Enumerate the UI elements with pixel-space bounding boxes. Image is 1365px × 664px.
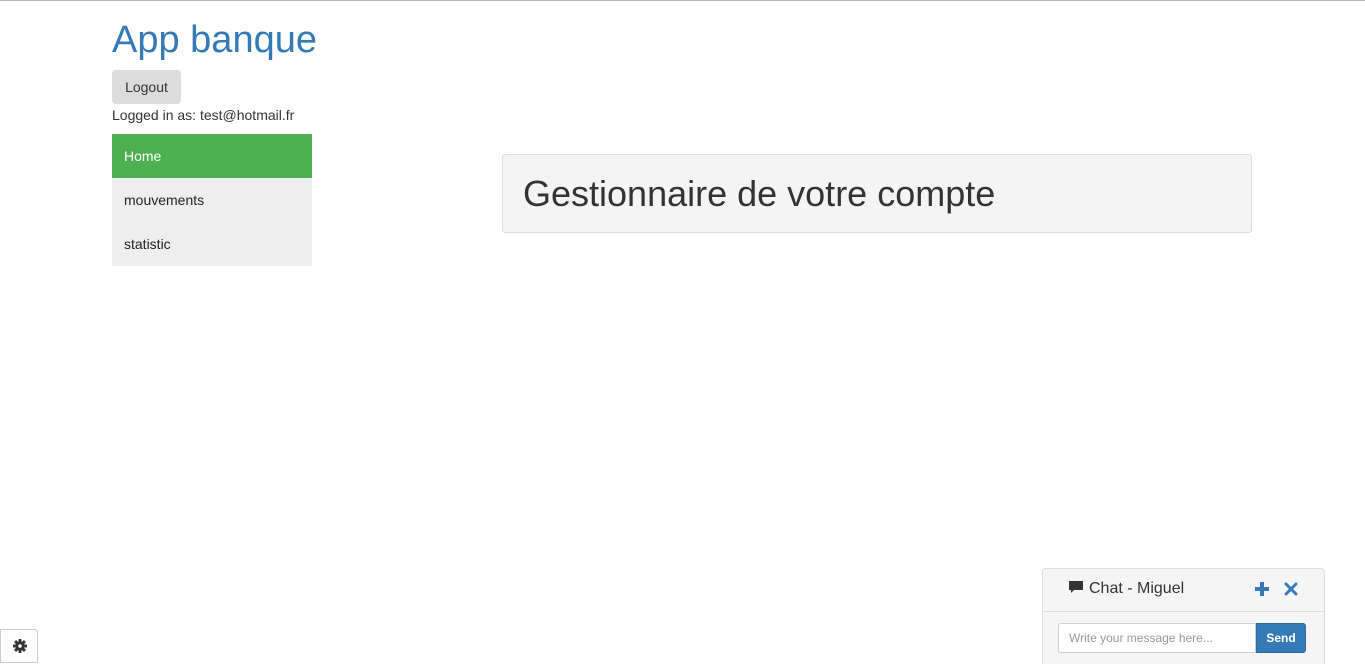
chat-message-input[interactable] (1058, 623, 1256, 653)
chat-send-button[interactable]: Send (1256, 623, 1306, 653)
chat-panel: Chat - Miguel Send (1042, 568, 1325, 664)
comment-icon (1069, 581, 1083, 593)
nav-item-mouvements[interactable]: mouvements (112, 178, 312, 222)
chat-header[interactable]: Chat - Miguel (1043, 569, 1324, 612)
plus-icon[interactable] (1254, 581, 1270, 597)
top-border (0, 0, 1365, 1)
app-title[interactable]: App banque (112, 16, 317, 64)
gear-icon (13, 639, 27, 653)
logged-in-text: Logged in as: test@hotmail.fr (112, 107, 295, 123)
close-icon[interactable] (1284, 582, 1298, 596)
logout-button[interactable]: Logout (112, 70, 181, 104)
settings-button[interactable] (0, 629, 38, 663)
sidebar-nav: Home mouvements statistic (112, 134, 312, 266)
jumbotron-panel: Gestionnaire de votre compte (502, 154, 1252, 233)
page-heading: Gestionnaire de votre compte (523, 173, 996, 214)
nav-item-home[interactable]: Home (112, 134, 312, 178)
nav-item-statistic[interactable]: statistic (112, 222, 312, 266)
chat-title: Chat - Miguel (1089, 580, 1185, 597)
